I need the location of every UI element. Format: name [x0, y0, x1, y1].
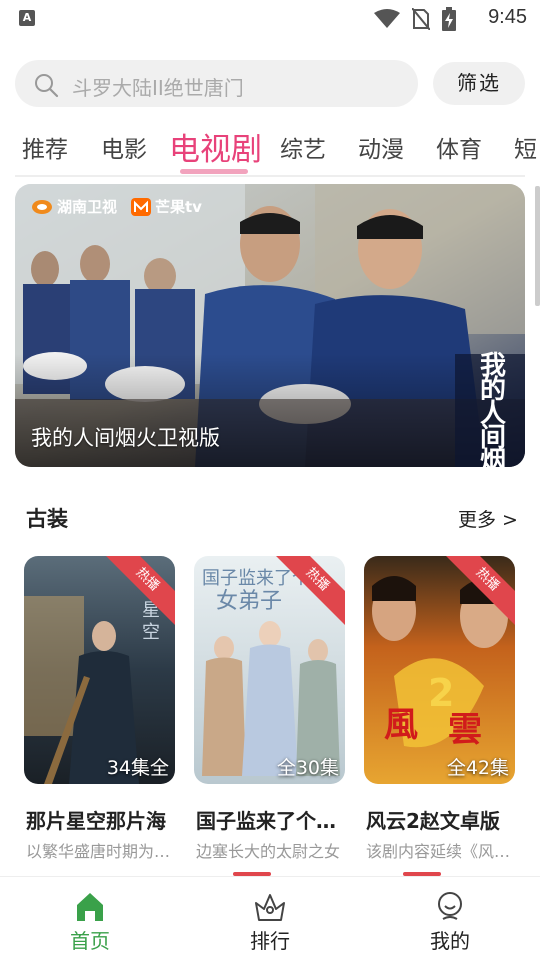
no-sim-icon [412, 8, 430, 30]
clock: 9:45 [488, 6, 527, 28]
featured-banner[interactable]: 湖南卫视 芒果tv 我的人间烟火 我的人间烟火卫视版 [15, 184, 525, 467]
status-bar: A 9:45 [0, 0, 540, 36]
card-description: 以繁华盛唐时期为背景 [26, 842, 174, 861]
tab-anime[interactable]: 动漫 [358, 130, 404, 164]
card-title: 那片星空那片海 [26, 809, 166, 833]
card-description: 该剧内容延续《风云》 [366, 842, 514, 861]
filter-button[interactable]: 筛选 [433, 62, 525, 105]
svg-text:空: 空 [142, 622, 160, 643]
nav-ranking-label: 排行 [250, 929, 290, 953]
tab-tv-series[interactable]: 电视剧 [169, 124, 262, 169]
category-tabs: 推荐 电影 电视剧 综艺 动漫 体育 短 [0, 124, 540, 174]
active-tab-indicator [180, 169, 248, 174]
card-description: 边塞长大的太尉之女 [196, 842, 341, 861]
card-title: 风云2赵文卓版 [366, 809, 500, 833]
tab-sports[interactable]: 体育 [436, 130, 482, 164]
nav-profile[interactable]: 我的 [410, 891, 490, 954]
nav-home[interactable]: 首页 [50, 891, 130, 954]
mango-tv-logo: 芒果tv [131, 196, 202, 217]
scrollbar[interactable] [535, 186, 540, 306]
episode-count: 全42集 [446, 757, 509, 779]
nav-ranking[interactable]: 排行 [230, 891, 310, 954]
banner-caption: 我的人间烟火卫视版 [31, 426, 220, 450]
tab-recommend[interactable]: 推荐 [22, 130, 68, 164]
notification-icon: A [19, 10, 35, 26]
tab-variety[interactable]: 综艺 [280, 130, 326, 164]
search-icon [35, 74, 59, 98]
svg-text:風: 風 [384, 705, 418, 745]
episode-count: 34集全 [106, 757, 169, 779]
episode-count: 全30集 [276, 757, 339, 779]
section-title: 古装 [26, 507, 68, 531]
svg-text:2: 2 [428, 671, 454, 715]
hunan-tv-logo: 湖南卫视 [31, 196, 117, 217]
tab-short[interactable]: 短 [514, 130, 537, 164]
bottom-navigation: 首页 排行 我的 [0, 876, 540, 961]
home-icon [77, 893, 103, 921]
search-placeholder: 斗罗大陆II绝世唐门 [72, 76, 244, 100]
battery-charging-icon [442, 7, 456, 31]
poster: 国子监来了个 女弟子 热播 全30集 [194, 556, 345, 784]
profile-icon [438, 892, 462, 920]
mango-tv-icon [131, 197, 152, 216]
svg-text:雲: 雲 [448, 710, 482, 750]
card-title: 国子监来了个女弟子 [196, 809, 348, 833]
more-link[interactable]: 更多 > [458, 505, 518, 532]
channel-logos: 湖南卫视 芒果tv [31, 196, 202, 217]
status-icons [374, 7, 456, 31]
hunan-tv-label: 湖南卫视 [57, 198, 118, 216]
svg-text:女弟子: 女弟子 [216, 589, 282, 614]
mango-tv-label: 芒果tv [155, 198, 202, 216]
nav-home-label: 首页 [70, 929, 110, 953]
search-input[interactable]: 斗罗大陆II绝世唐门 [15, 60, 418, 107]
poster: 星 空 热播 34集全 [24, 556, 175, 784]
ranking-icon [255, 894, 285, 921]
banner-calligraphy: 我的人间烟火 [479, 351, 506, 467]
tabs-divider [15, 175, 525, 177]
nav-profile-label: 我的 [430, 929, 470, 953]
wifi-icon [374, 9, 400, 28]
hunan-tv-icon [32, 199, 52, 214]
tab-movie[interactable]: 电影 [101, 130, 147, 164]
poster: 風 雲 2 热播 全42集 [364, 556, 515, 784]
